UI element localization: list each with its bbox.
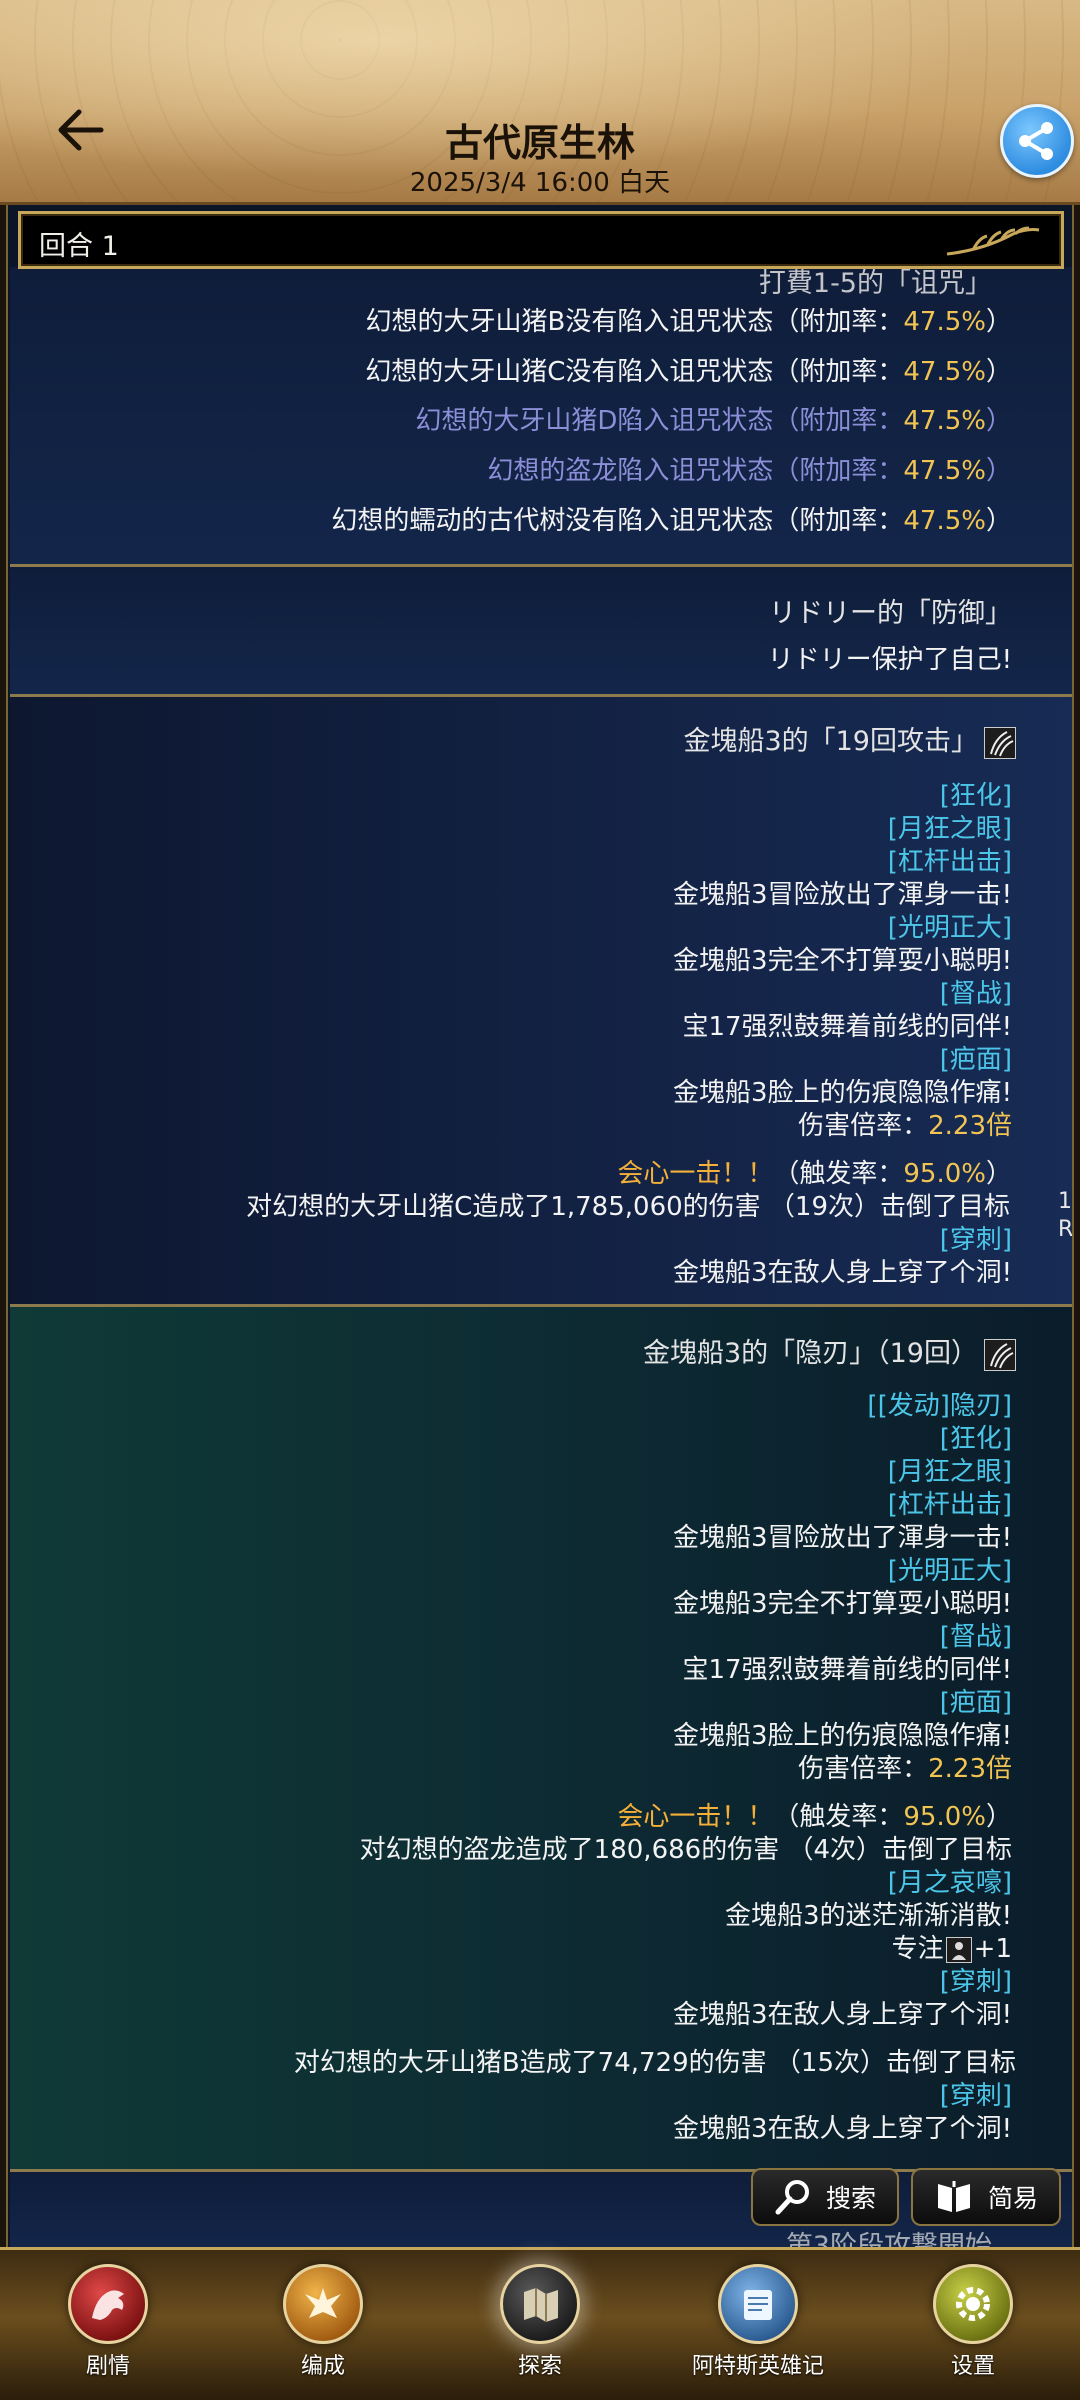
nav-hero-chronicle[interactable]: 阿特斯英雄记 [678, 2264, 838, 2394]
scroll-icon [718, 2264, 798, 2344]
search-button[interactable]: 搜索 [751, 2168, 899, 2226]
log-tag: [月之哀嚎] [887, 1868, 1012, 1898]
log-tag: [月狂之眼] [887, 1457, 1012, 1487]
book-icon [937, 2181, 970, 2212]
log-line: 幻想的盗龙陷入诅咒状态（附加率：47.5%） [487, 456, 1012, 486]
header: 古代原生林 2025/3/4 16:00 白天 [0, 0, 1080, 205]
damage-multiplier: 伤害倍率：2.23倍 [798, 1111, 1012, 1141]
log-line: 金塊船3冒险放出了渾身一击! [673, 1523, 1012, 1553]
log-tag: [穿刺] [939, 1967, 1012, 1997]
log-partial-heading: 第3阶段攻撃開始 [785, 2231, 992, 2247]
log-tag: [月狂之眼] [887, 814, 1012, 844]
damage-line: 对幻想的大牙山猪B造成了74,729的伤害 （15次）击倒了目标 [293, 2048, 1016, 2078]
log-block-attack: 金塊船3的「19回攻击」 [狂化] [月狂之眼] [杠杆出击] 金塊船3冒险放出… [10, 697, 1072, 1307]
simple-mode-button[interactable]: 简易 [911, 2168, 1061, 2226]
log-tag: [疤面] [939, 1045, 1012, 1075]
share-button[interactable] [1000, 104, 1074, 178]
log-tag: [光明正大] [887, 913, 1012, 943]
log-heading: 金塊船3的「19回攻击」 [683, 719, 1016, 759]
simple-mode-label: 简易 [987, 2184, 1038, 2213]
page-subtitle: 2025/3/4 16:00 白天 [409, 168, 671, 198]
search-button-label: 搜索 [825, 2184, 876, 2213]
log-line: 金塊船3在敌人身上穿了个洞! [673, 2000, 1012, 2030]
damage-line: 对幻想的盗龙造成了180,686的伤害 （4次）击倒了目标 [359, 1835, 1012, 1865]
log-line: 金塊船3脸上的伤痕隐隐作痛! [673, 1721, 1012, 1751]
log-line: 幻想的蠕动的古代树没有陷入诅咒状态（附加率：47.5%） [331, 506, 1012, 536]
bottom-nav: 剧情 编成 探索 阿特斯英雄记 设置 [0, 2247, 1080, 2400]
nav-formation[interactable]: 编成 [243, 2264, 403, 2394]
damage-line: 对幻想的大牙山猪C造成了1,785,060的伤害 （19次）击倒了目标 [246, 1192, 1010, 1222]
claw-skill-icon [984, 1338, 1016, 1371]
log-line: 金塊船3在敌人身上穿了个洞! [673, 2114, 1012, 2144]
log-line: 金塊船3冒险放出了渾身一击! [673, 880, 1012, 910]
log-line: 金塊船3完全不打算耍小聪明! [673, 1589, 1012, 1619]
log-line: リドリー保护了自己! [767, 645, 1012, 675]
focus-status-icon [945, 1936, 972, 1963]
magnifier-icon [775, 2180, 809, 2215]
log-tag: [[发动]隐刃] [867, 1391, 1012, 1421]
log-line: 幻想的大牙山猪B没有陷入诅咒状态（附加率：47.5%） [365, 307, 1012, 337]
log-tag: [狂化] [939, 781, 1012, 811]
log-line: 宝17强烈鼓舞着前线的同伴! [682, 1012, 1012, 1042]
round-label: 回合 1 [39, 231, 119, 262]
phoenix-icon [283, 2264, 363, 2344]
log-tag: [穿刺] [939, 1225, 1012, 1255]
log-block-defense: リドリー的「防御」 リドリー保护了自己! [10, 567, 1072, 697]
log-tag: [疤面] [939, 1688, 1012, 1718]
claw-skill-icon [984, 726, 1016, 759]
map-icon [500, 2264, 580, 2344]
critical-line: 会心一击！！（触发率：95.0%） [617, 1802, 1012, 1832]
log-tag: [督战] [939, 1622, 1012, 1652]
log-line: 幻想的大牙山猪D陷入诅咒状态（附加率：47.5%） [415, 406, 1012, 436]
nav-story[interactable]: 剧情 [28, 2264, 188, 2394]
gear-icon [933, 2264, 1013, 2344]
dragon-icon [68, 2264, 148, 2344]
log-tag: [穿刺] [939, 2081, 1012, 2111]
log-block-hidden-blade: 金塊船3的「隐刃」（19回） [[发动]隐刃] [狂化] [月狂之眼] [杠杆出… [10, 1307, 1072, 2172]
log-tag: [督战] [939, 979, 1012, 1009]
feather-ornament-icon [946, 226, 1040, 256]
log-tag: [杠杆出击] [887, 1490, 1012, 1520]
round-bar: 回合 1 [18, 211, 1064, 269]
share-icon [1019, 122, 1053, 160]
nav-settings[interactable]: 设置 [893, 2264, 1053, 2394]
log-heading: リドリー的「防御」 [769, 598, 1012, 629]
log-line: 金塊船3在敌人身上穿了个洞! [673, 1258, 1012, 1288]
nav-explore[interactable]: 探索 [460, 2264, 620, 2394]
critical-line: 会心一击！！（触发率：95.0%） [617, 1159, 1012, 1189]
log-line: 金塊船3完全不打算耍小聪明! [673, 946, 1012, 976]
log-tag: [光明正大] [887, 1556, 1012, 1586]
log-tag: [狂化] [939, 1424, 1012, 1454]
focus-line: 专注 +1 [891, 1934, 1012, 1964]
page-title: 古代原生林 [444, 121, 635, 165]
damage-multiplier: 伤害倍率：2.23倍 [798, 1754, 1012, 1784]
log-block-curse: 打費1-5的「诅咒」 幻想的大牙山猪B没有陷入诅咒状态（附加率：47.5%） 幻… [10, 267, 1072, 567]
log-line: 金塊船3的迷茫渐渐消散! [725, 1901, 1012, 1931]
log-line: 宝17强烈鼓舞着前线的同伴! [682, 1655, 1012, 1685]
log-heading: 金塊船3的「隐刃」（19回） [643, 1331, 1016, 1371]
side-marker: 1 [1058, 1189, 1072, 1214]
log-line: 幻想的大牙山猪C没有陷入诅咒状态（附加率：47.5%） [365, 357, 1012, 387]
side-marker: R [1058, 1217, 1074, 1242]
log-tag: [杠杆出击] [887, 847, 1012, 877]
battle-log[interactable]: 打費1-5的「诅咒」 幻想的大牙山猪B没有陷入诅咒状态（附加率：47.5%） 幻… [6, 205, 1074, 2247]
log-line: 金塊船3脸上的伤痕隐隐作痛! [673, 1078, 1012, 1108]
